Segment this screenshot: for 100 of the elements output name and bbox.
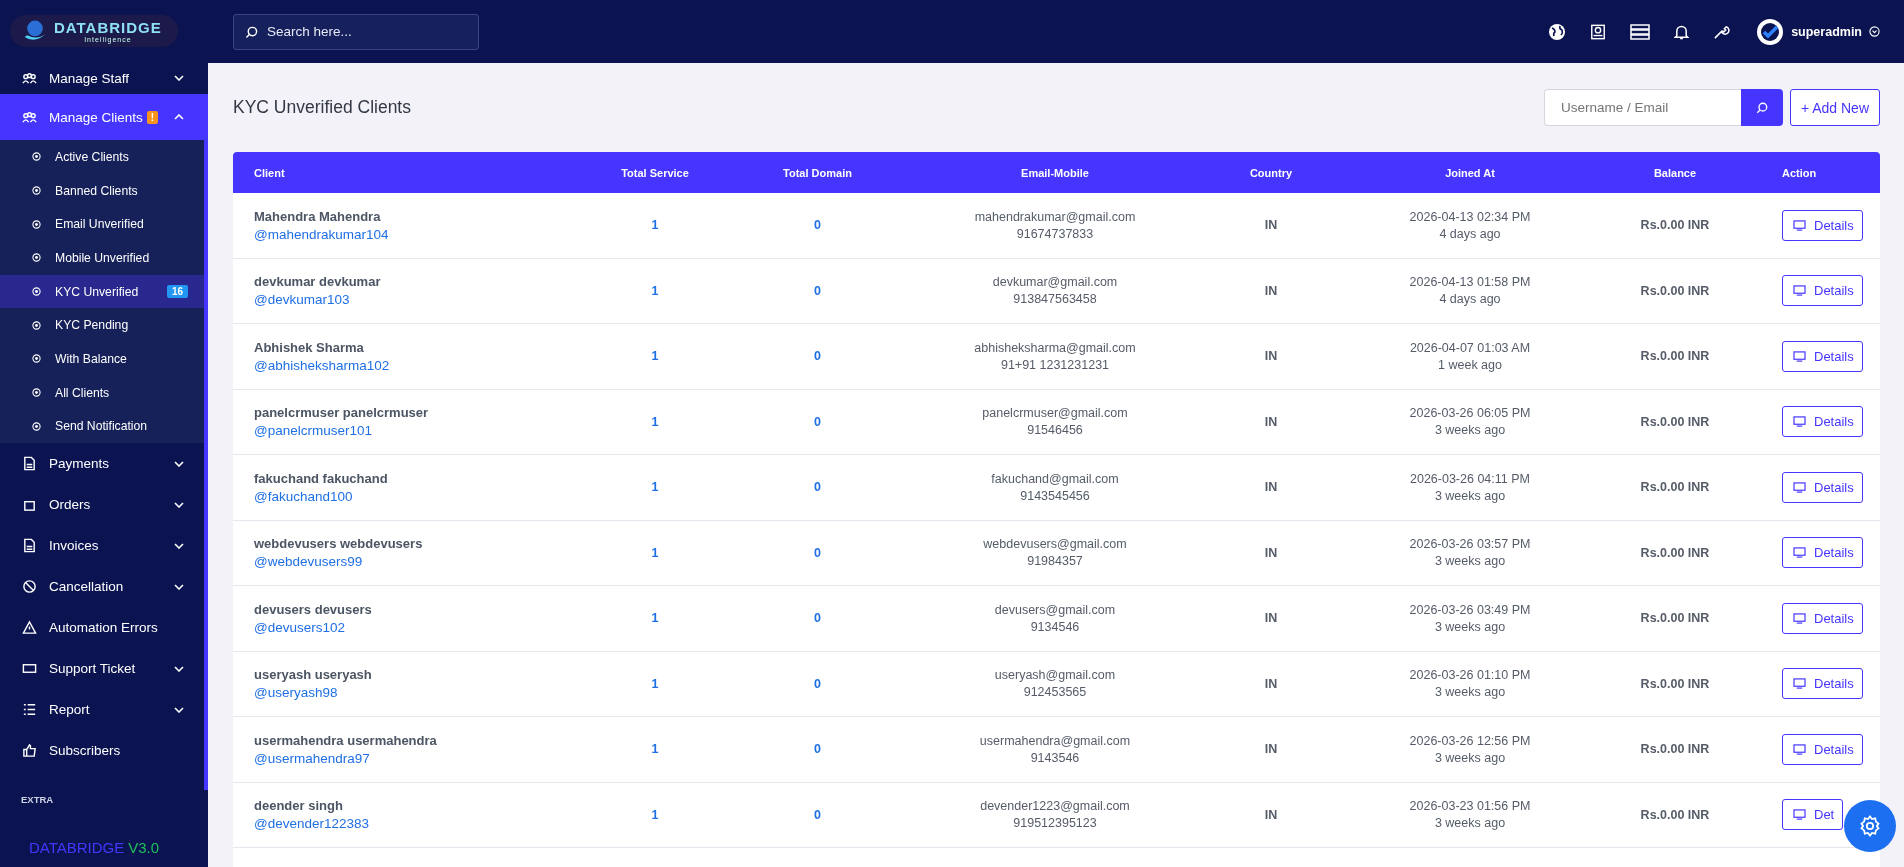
submenu-item[interactable]: With Balance	[0, 342, 204, 376]
add-new-button[interactable]: + Add New	[1789, 89, 1880, 126]
monitor-icon	[1793, 809, 1806, 821]
mobile-text: 9143546	[1030, 750, 1080, 765]
globe-icon[interactable]	[1548, 22, 1567, 41]
column-header: Country	[1248, 166, 1294, 179]
sidebar-item[interactable]: Invoices	[0, 525, 204, 567]
username-link[interactable]: @fakuchand100	[254, 488, 575, 504]
sidebar-item[interactable]: Manage Staff	[0, 62, 204, 94]
column-header: Joined At	[1444, 166, 1496, 179]
details-button[interactable]: Details	[1782, 602, 1863, 634]
username-link[interactable]: @devender122383	[254, 816, 575, 832]
server-icon[interactable]	[1630, 23, 1651, 40]
username-link[interactable]: @devusers102	[254, 619, 575, 635]
table-cell-text: IN	[1263, 283, 1279, 298]
search-button[interactable]	[1740, 89, 1783, 126]
submenu-item[interactable]: Active Clients	[0, 140, 204, 174]
details-button[interactable]: Details	[1782, 340, 1863, 372]
search-field[interactable]: Search here...	[233, 13, 479, 50]
table-cell-text: IN	[1263, 414, 1279, 429]
sidebar-item[interactable]: Subscribers	[0, 730, 204, 772]
column-header: Action	[1781, 166, 1818, 179]
sidebar-item[interactable]: Automation Errors	[0, 607, 204, 649]
table-cell-text: 1	[650, 611, 660, 626]
submenu-item[interactable]: Send Notification	[0, 409, 204, 444]
sidebar-item[interactable]: Support Ticket	[0, 648, 204, 690]
radio-icon	[32, 152, 41, 162]
table-cell-text: 0	[813, 611, 822, 626]
date-text: 2026-03-26 01:10 PM	[1409, 668, 1531, 683]
client-name: devusers devusers	[254, 601, 373, 617]
monitor-icon	[1793, 285, 1806, 297]
table-cell-text: Rs.0.00 INR	[1639, 283, 1711, 298]
table-cell-text: 0	[813, 545, 822, 560]
username-link[interactable]: @panelcrmuser101	[254, 423, 575, 439]
submenu-item[interactable]: Mobile Unverified	[0, 241, 204, 275]
date-text: 2026-03-23 01:56 PM	[1409, 799, 1531, 814]
table-cell-text: 1	[650, 480, 660, 495]
date-text: 2026-03-26 03:57 PM	[1409, 537, 1531, 552]
table-cell-text: IN	[1263, 742, 1279, 757]
details-button[interactable]: Details	[1782, 668, 1863, 700]
user-name[interactable]: superadmin	[1791, 24, 1862, 39]
submenu-item[interactable]: KYC Unverified 16	[0, 274, 204, 309]
page-title: KYC Unverified Clients	[233, 97, 411, 118]
sidebar-item[interactable]: Orders	[0, 484, 204, 526]
username-link[interactable]: @devkumar103	[254, 292, 575, 308]
details-button[interactable]: Details	[1782, 406, 1863, 438]
date-text: 2026-03-26 12:56 PM	[1409, 733, 1531, 748]
sidebar-item[interactable]: Report	[0, 689, 204, 731]
username-link[interactable]: @useryash98	[254, 685, 575, 701]
monitor-icon	[1793, 612, 1806, 624]
username-link[interactable]: @usermahendra97	[254, 750, 575, 766]
date-text: 2026-04-07 01:03 AM	[1409, 340, 1531, 355]
wrench-icon[interactable]	[1713, 23, 1731, 40]
monitor-icon	[1793, 481, 1806, 493]
mobile-text: 91984357	[1027, 554, 1083, 569]
brand-name: DATABRIDGE	[28, 838, 125, 856]
date-text: 2026-03-26 03:49 PM	[1409, 602, 1531, 617]
relative-time: 3 weeks ago	[1434, 816, 1506, 831]
avatar-icon[interactable]	[1756, 17, 1785, 46]
email-text: abhisheksharma@gmail.com	[974, 340, 1136, 355]
version-label: V3.0	[128, 838, 160, 856]
table-cell-text: Rs.0.00 INR	[1639, 545, 1711, 560]
username-link[interactable]: @abhisheksharma102	[254, 357, 575, 373]
submenu-item[interactable]: Banned Clients	[0, 173, 204, 208]
details-button[interactable]: Details	[1782, 537, 1863, 569]
sidebar-item[interactable]: Manage Clients !	[0, 94, 204, 140]
relative-time: 1 week ago	[1438, 357, 1502, 372]
menu-icon	[22, 620, 37, 636]
table-cell-text: 0	[813, 676, 822, 691]
mobile-text: 913847563458	[1013, 292, 1097, 307]
dropdown-icon[interactable]	[1869, 26, 1880, 37]
details-button[interactable]: Details	[1782, 471, 1863, 503]
submenu-item[interactable]: All Clients	[0, 375, 204, 410]
sidebar-item[interactable]: Payments	[0, 443, 204, 485]
details-button[interactable]: Details	[1782, 733, 1863, 765]
relative-time: 3 weeks ago	[1434, 423, 1506, 438]
table-cell-text: 0	[813, 807, 822, 822]
details-button[interactable]: Det	[1782, 799, 1844, 831]
sidebar-item[interactable]: Cancellation	[0, 566, 204, 608]
menu-icon	[22, 456, 37, 472]
menu-icon	[22, 538, 37, 554]
details-button[interactable]: Details	[1782, 209, 1863, 241]
submenu-item[interactable]: KYC Pending	[0, 308, 204, 343]
username-link[interactable]: @webdevusers99	[254, 554, 575, 570]
email-text: mahendrakumar@gmail.com	[974, 209, 1136, 224]
relative-time: 3 weeks ago	[1434, 488, 1506, 503]
radio-icon	[32, 320, 41, 330]
search-icon	[1755, 101, 1768, 114]
client-name: deender singh	[254, 798, 344, 814]
submenu-item[interactable]: Email Unverified	[0, 207, 204, 242]
relative-time: 3 weeks ago	[1434, 619, 1506, 634]
book-icon[interactable]	[1590, 22, 1607, 41]
mobile-text: 91546456	[1027, 423, 1083, 438]
table-cell-text: Rs.0.00 INR	[1639, 480, 1711, 495]
column-header: Client	[253, 166, 286, 179]
username-link[interactable]: @mahendrakumar104	[254, 226, 575, 242]
table-cell-text: 1	[650, 349, 660, 364]
client-name: webdevusers webdevusers	[254, 536, 424, 552]
relative-time: 3 weeks ago	[1434, 750, 1506, 765]
details-button[interactable]: Details	[1782, 275, 1863, 307]
